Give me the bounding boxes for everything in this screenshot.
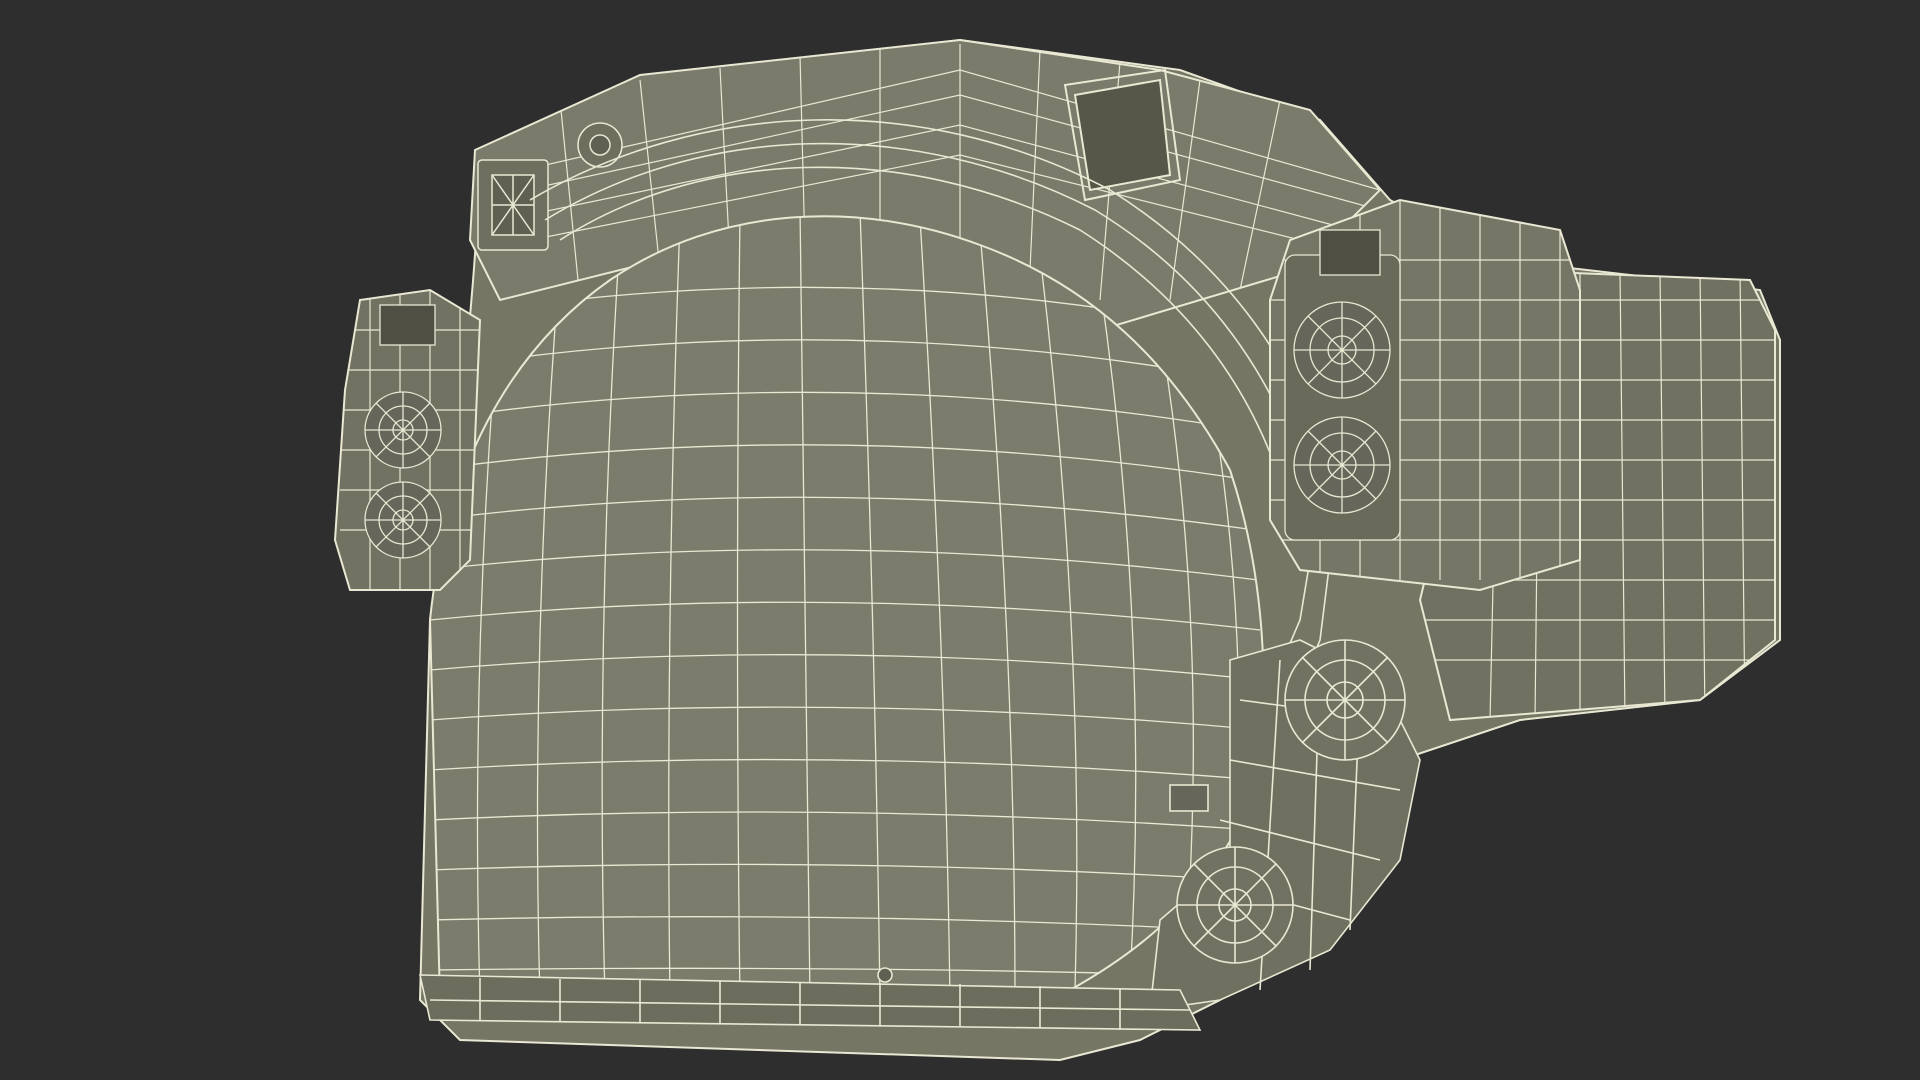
right-speaker-grilles xyxy=(1284,229,1401,541)
render-viewport xyxy=(0,0,1920,1080)
helmet-wireframe-render xyxy=(333,38,1781,1062)
